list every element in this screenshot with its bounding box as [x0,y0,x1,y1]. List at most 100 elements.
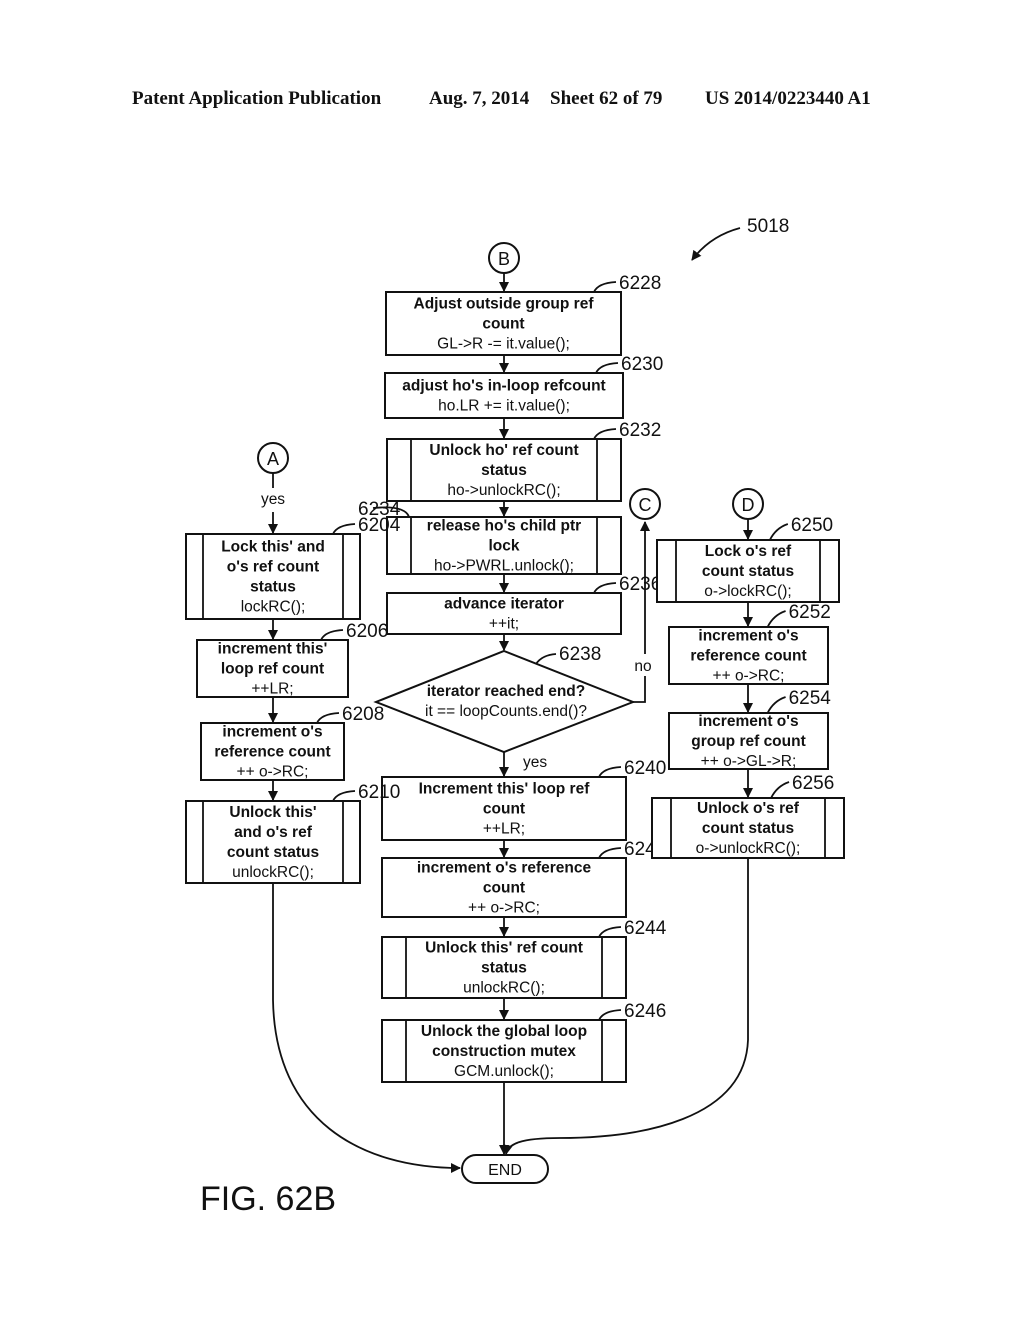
step-title-line: Increment this' loop ref [419,781,591,798]
step-6254: increment o's group ref count ++ o->GL->R;… [668,688,832,770]
ref-number-6240: 6240 [624,758,666,779]
decision-code: it == loopCounts.end()? [425,703,587,720]
ref-leader-6208 [316,712,340,724]
ref-leader-6252 [766,610,786,628]
step-code: ho->unlockRC(); [447,482,560,499]
step-6208: increment o's reference count ++ o->RC; 620… [200,704,384,781]
step-title-line: Unlock o's ref [697,800,800,817]
step-title-line: count status [702,820,794,837]
step-code: unlockRC(); [463,980,545,997]
step-title-line: increment o's [698,713,798,730]
ref-number-6252: 6252 [789,602,831,623]
step-title-line: reference count [690,648,806,665]
connector-c-label: C [639,495,652,515]
ref-number-6208: 6208 [342,704,384,725]
step-title-line: count [483,801,525,818]
step-title-line: o's ref count [227,559,319,576]
step-title-line: Unlock ho' ref count [429,442,578,459]
edge-label-a-yes: yes [261,491,285,508]
decision-6238: iterator reached end? it == loopCounts.e… [373,644,636,754]
ref-leader-6210 [332,790,356,802]
step-title-line: advance iterator [444,596,564,613]
step-title-line: count status [702,563,794,580]
step-title-line: construction mutex [432,1043,576,1060]
step-title-line: status [481,960,527,977]
step-code: ++it; [489,616,519,633]
ref-number-6246: 6246 [624,1001,666,1022]
step-code: ++ o->RC; [713,668,785,685]
step-code: GCM.unlock(); [454,1063,554,1080]
ref-leader-6230 [595,362,619,374]
step-title-line: Unlock the global loop [421,1023,587,1040]
connector-d: D [732,488,764,520]
step-6206: increment this' loop ref count ++LR; 6206 [196,621,388,698]
step-6244: Unlock this' ref count status unlockRC(); 6… [381,918,667,999]
figure-reference-arrow [691,227,741,261]
ref-leader-6250 [769,523,789,541]
figure-label: FIG. 62B [200,1180,336,1218]
ref-leader-6242 [598,847,622,859]
step-6228: Adjust outside group ref count GL->R -= it… [385,273,661,356]
step-6230: adjust ho's in-loop refcount ho.LR += it.… [384,354,663,419]
step-title-line: increment o's [698,628,798,645]
step-6252: increment o's reference count ++ o->RC; 625… [668,602,831,685]
step-code: unlockRC(); [232,864,314,881]
step-title-line: count status [227,844,319,861]
connector-a-label: A [267,449,279,469]
step-title-line: increment o's [222,724,322,741]
step-6204: Lock this' and o's ref count status lockRC(… [185,515,401,620]
step-title-line: and o's ref [234,824,313,841]
ref-number-6230: 6230 [621,354,663,375]
figure-reference-number: 5018 [747,216,789,237]
terminal-end-label: END [488,1162,522,1179]
step-title-line: release ho's child ptr [427,518,581,535]
ref-leader-6256 [770,781,790,799]
connector-b-label: B [498,249,510,269]
ref-number-6250: 6250 [791,515,833,536]
decision-question: iterator reached end? [427,683,586,700]
step-title-line: Adjust outside group ref [414,296,595,313]
figure-reference: 5018 [691,216,789,261]
ref-number-6238: 6238 [559,644,601,665]
step-6246: Unlock the global loop construction mutex… [381,1001,666,1083]
ref-number-6204: 6204 [358,515,401,536]
step-6234: release ho's child ptr lock ho->PWRL.unloc… [358,499,622,575]
edge-label-yes: yes [523,754,547,771]
step-title-line: group ref count [691,733,806,750]
step-title-line: status [481,462,527,479]
step-6232: Unlock ho' ref count status ho->unlockRC()… [386,420,661,502]
connector-a: A [257,442,289,474]
ref-leader-6246 [598,1009,622,1021]
step-title-line: reference count [214,744,330,761]
step-code: o->lockRC(); [704,583,791,600]
step-code: lockRC(); [241,599,306,616]
step-title-line: lock [488,538,519,555]
connector-d-label: D [742,495,755,515]
step-6236: advance iterator ++it; 6236 [386,574,661,635]
step-code: GL->R -= it.value(); [437,336,570,353]
ref-number-6206: 6206 [346,621,388,642]
ref-number-6254: 6254 [789,688,832,709]
step-code: ++ o->GL->R; [701,753,797,770]
decision-diamond [373,649,636,754]
ref-leader-6238 [535,653,557,665]
step-title-line: Unlock this' ref count [425,940,583,957]
step-title-line: Lock this' and [221,539,325,556]
ref-leader-6206 [320,629,344,641]
step-6242: increment o's referencecount++ o->RC;624… [381,839,666,918]
ref-number-6256: 6256 [792,773,834,794]
edge-label-no: no [634,658,651,675]
step-title-line: adjust ho's in-loop refcount [402,378,605,395]
step-title-line: Unlock this' [229,804,316,821]
step-title-line: Lock o's ref [705,543,792,560]
ref-leader-6244 [598,926,622,938]
ref-leader-6254 [766,696,786,714]
ref-number-6244: 6244 [624,918,667,939]
ref-leader-6228 [593,281,617,293]
ref-number-6210: 6210 [358,782,400,803]
step-code: ++LR; [483,821,525,838]
step-title-line: count [482,316,524,333]
ref-leader-6236 [593,582,617,594]
step-code: ++ o->RC; [237,764,309,781]
ref-leader-6204 [332,523,356,535]
